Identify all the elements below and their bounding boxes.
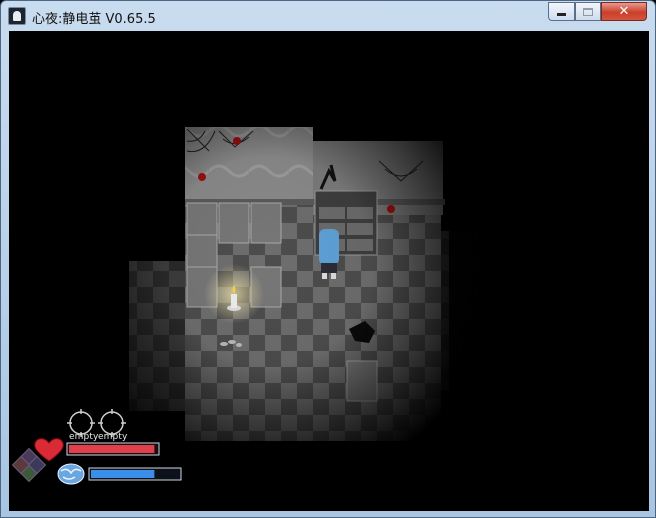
maximize-button[interactable] [575,2,601,21]
brain-icon [57,463,85,485]
health-bar [66,442,160,456]
stamina-bar-fill [91,470,155,478]
close-icon: ✕ [618,4,630,19]
title-bar[interactable]: 心夜:静电茧 V0.65.5 ✕ [1,1,655,31]
game-window: 心夜:静电茧 V0.65.5 ✕ empty empty [0,0,656,518]
app-icon [8,7,26,25]
slot-1-label: empty [69,432,99,442]
minimize-icon [557,13,566,16]
minimize-button[interactable] [548,2,575,21]
window-title: 心夜:静电茧 V0.65.5 [32,12,156,27]
stamina-bar [88,467,182,481]
maximize-icon [583,7,593,16]
heart-icon [34,438,64,462]
close-button[interactable]: ✕ [601,2,647,21]
health-bar-fill [69,445,155,453]
game-viewport[interactable]: empty empty [9,31,649,511]
slot-2-label: empty [98,432,128,442]
